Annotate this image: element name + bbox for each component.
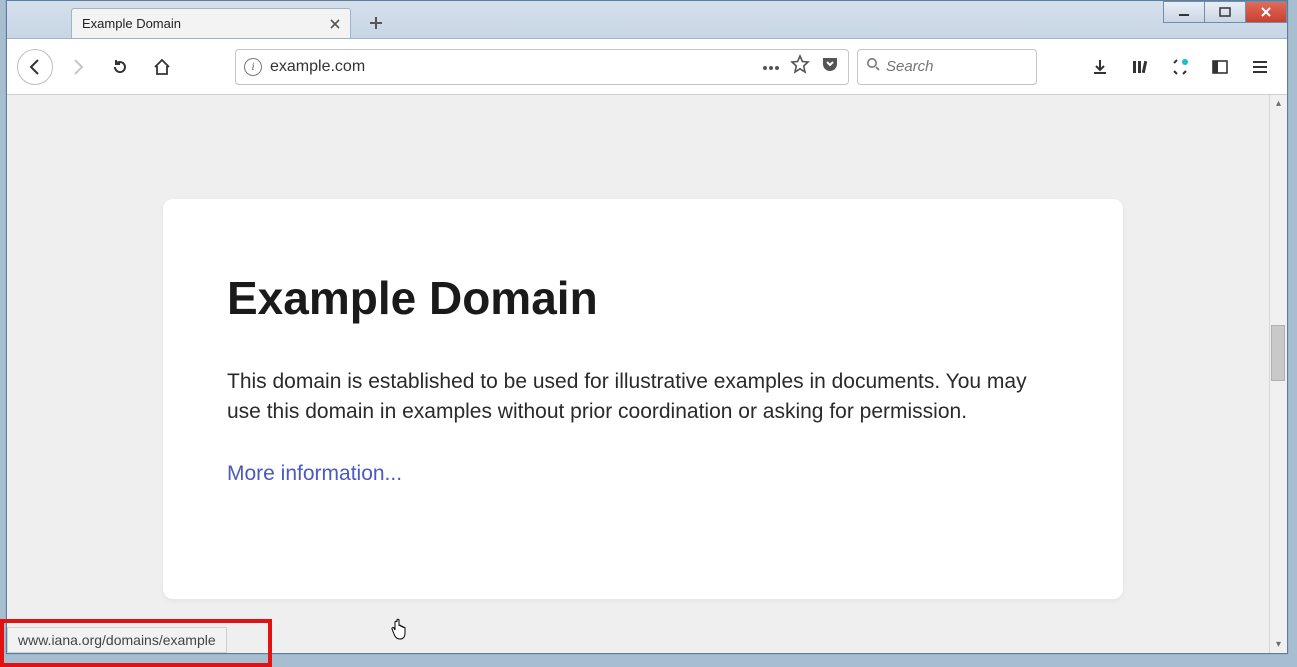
pocket-icon[interactable]: [820, 54, 840, 79]
status-hover-url: www.iana.org/domains/example: [18, 632, 216, 648]
search-box[interactable]: [857, 49, 1037, 85]
hamburger-menu-button[interactable]: [1243, 50, 1277, 84]
scroll-up-arrow-icon[interactable]: ▴: [1276, 95, 1281, 112]
vertical-scrollbar[interactable]: ▴ ▾: [1269, 95, 1287, 653]
url-bar[interactable]: i example.com: [235, 49, 849, 85]
back-button[interactable]: [17, 49, 53, 85]
scroll-down-arrow-icon[interactable]: ▾: [1276, 636, 1281, 653]
toolbar-right: [1083, 50, 1277, 84]
page-heading: Example Domain: [227, 271, 1059, 325]
close-tab-icon[interactable]: [328, 17, 342, 31]
page-content-card: Example Domain This domain is establishe…: [163, 199, 1123, 599]
browser-tab[interactable]: Example Domain: [71, 8, 351, 38]
window-controls: [1164, 1, 1287, 23]
tab-strip: Example Domain: [7, 1, 1287, 39]
new-tab-button[interactable]: [361, 8, 391, 38]
page-actions-icon[interactable]: [762, 58, 780, 76]
minimize-button[interactable]: [1163, 1, 1205, 23]
site-info-icon[interactable]: i: [244, 58, 262, 76]
url-actions: [762, 54, 840, 79]
library-button[interactable]: [1123, 50, 1157, 84]
bookmark-star-icon[interactable]: [790, 54, 810, 79]
screenshot-button[interactable]: [1163, 50, 1197, 84]
search-icon: [866, 57, 880, 76]
scrollbar-thumb[interactable]: [1271, 325, 1285, 381]
more-information-link[interactable]: More information...: [227, 462, 402, 485]
sidebar-button[interactable]: [1203, 50, 1237, 84]
tab-title: Example Domain: [82, 16, 328, 31]
window-close-button[interactable]: [1245, 1, 1287, 23]
maximize-button[interactable]: [1204, 1, 1246, 23]
page-viewport: Example Domain This domain is establishe…: [7, 95, 1287, 653]
search-input[interactable]: [886, 58, 1028, 75]
forward-button[interactable]: [61, 50, 95, 84]
hand-cursor-icon: [391, 618, 409, 640]
page-paragraph: This domain is established to be used fo…: [227, 367, 1027, 428]
downloads-button[interactable]: [1083, 50, 1117, 84]
home-button[interactable]: [145, 50, 179, 84]
reload-button[interactable]: [103, 50, 137, 84]
browser-window: Example Domain i example.com: [6, 0, 1288, 654]
link-hover-status: www.iana.org/domains/example: [7, 627, 227, 653]
url-text: example.com: [270, 58, 754, 76]
nav-toolbar: i example.com: [7, 39, 1287, 95]
